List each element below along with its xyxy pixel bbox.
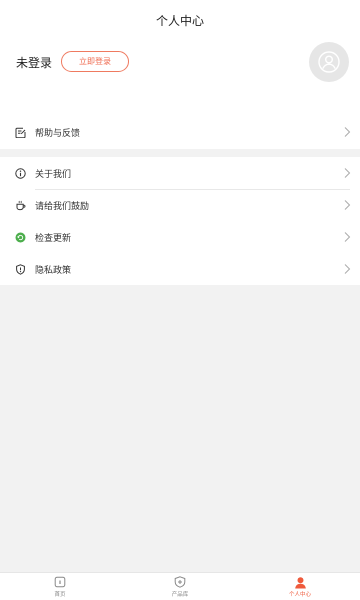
menu-group-primary: 帮助与反馈 [0, 115, 360, 149]
chevron-right-icon [344, 127, 351, 137]
tab-profile[interactable]: 个人中心 [240, 573, 360, 600]
menu-item-privacy-policy[interactable]: 隐私政策 [0, 253, 360, 285]
edit-note-icon [14, 126, 26, 138]
menu-item-help-feedback[interactable]: 帮助与反馈 [0, 115, 360, 149]
chevron-right-icon [344, 200, 351, 210]
update-icon [14, 231, 26, 243]
username-label: 未登录 [16, 56, 53, 70]
menu-item-label: 隐私政策 [35, 265, 72, 276]
info-icon [14, 167, 26, 179]
menu-item-check-update[interactable]: 检查更新 [0, 221, 360, 253]
tab-label: 个人中心 [288, 591, 311, 598]
profile-section: 未登录 立即登录 [0, 40, 360, 115]
tab-label: 产品库 [171, 591, 189, 598]
page-header: 个人中心 [0, 0, 360, 40]
menu-item-about-us[interactable]: 关于我们 [0, 157, 360, 189]
menu-divider [35, 189, 350, 190]
menu-item-label: 关于我们 [35, 169, 72, 180]
menu-item-label: 检查更新 [35, 233, 72, 244]
coffee-cup-icon [14, 199, 26, 211]
user-icon [294, 576, 307, 589]
chevron-right-icon [344, 264, 351, 274]
home-icon [54, 576, 67, 589]
menu-item-label: 请给我们鼓励 [35, 201, 90, 212]
page-title: 个人中心 [155, 13, 204, 28]
tab-label: 首页 [54, 591, 66, 598]
product-library-icon [174, 576, 187, 589]
avatar[interactable] [309, 42, 349, 82]
tab-product-library[interactable]: 产品库 [120, 573, 240, 600]
chevron-right-icon [344, 232, 351, 242]
bottom-tab-bar: 首页 产品库 个人中心 [0, 572, 360, 600]
menu-item-encourage-us[interactable]: 请给我们鼓励 [0, 189, 360, 221]
menu-item-label: 帮助与反馈 [35, 128, 81, 139]
login-button[interactable]: 立即登录 [61, 51, 129, 72]
shield-icon [14, 263, 26, 275]
menu-group-secondary: 关于我们 请给我们鼓励 检查更新 隐私政策 [0, 157, 360, 285]
default-avatar-icon [318, 51, 340, 73]
tab-home[interactable]: 首页 [0, 573, 120, 600]
chevron-right-icon [344, 168, 351, 178]
